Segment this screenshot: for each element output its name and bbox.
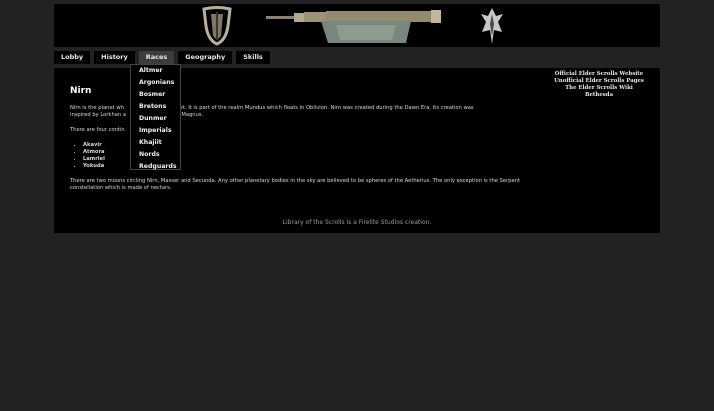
footer-credit: Library of the Scrolls is a Firelite Stu… [282, 219, 432, 226]
oblivion-emblem-icon [202, 6, 232, 46]
menu-item-nords[interactable]: Nords [139, 151, 160, 158]
header-banner [54, 4, 660, 47]
menu-item-bretons[interactable]: Bretons [139, 103, 166, 110]
skyrim-dragon-emblem-icon [481, 8, 503, 44]
menu-item-imperials[interactable]: Imperials [139, 127, 172, 134]
menu-item-dunmer[interactable]: Dunmer [139, 115, 167, 122]
list-item: Yokuda [83, 163, 105, 170]
regions-list: Akavir Atmora Lamriel Yokuda [70, 142, 105, 170]
races-dropdown-menu: Altmer Argonians Bosmer Bretons Dunmer I… [130, 64, 181, 170]
page-title: Nirn [70, 86, 92, 96]
tab-geography[interactable]: Geography [178, 51, 233, 64]
main-nav: Lobby History Races Geography Skills [54, 51, 270, 64]
moons-paragraph: There are two moons circling Nirn, Masse… [70, 178, 520, 191]
intro-text-line2-start: inspired by Lorkhan a [70, 112, 127, 118]
link-unofficial-pages[interactable]: Unofficial Elder Scrolls Pages [540, 78, 658, 85]
tab-races[interactable]: Races [138, 51, 175, 64]
tab-lobby[interactable]: Lobby [54, 51, 91, 64]
intro-text-mid: is set. It is part of the realm Mundus w… [171, 105, 474, 111]
tab-skills[interactable]: Skills [236, 51, 270, 64]
sword-icon [266, 10, 441, 43]
external-links: Official Elder Scrolls Website Unofficia… [540, 71, 658, 99]
tab-history[interactable]: History [94, 51, 135, 64]
list-item: Akavir [83, 142, 105, 149]
link-official-site[interactable]: Official Elder Scrolls Website [540, 71, 658, 78]
list-item: Lamriel [83, 156, 105, 163]
menu-item-redguards[interactable]: Redguards [139, 163, 177, 170]
list-item: Atmora [83, 149, 105, 156]
menu-item-argonians[interactable]: Argonians [139, 79, 174, 86]
link-elder-scrolls-wiki[interactable]: The Elder Scrolls Wiki [540, 85, 658, 92]
link-bethesda[interactable]: Bethesda [540, 92, 658, 99]
menu-item-bosmer[interactable]: Bosmer [139, 91, 165, 98]
menu-item-khajiit[interactable]: Khajiit [139, 139, 162, 146]
menu-item-altmer[interactable]: Altmer [139, 67, 163, 74]
intro-text-start: Nirn is the planet wh [70, 105, 124, 111]
